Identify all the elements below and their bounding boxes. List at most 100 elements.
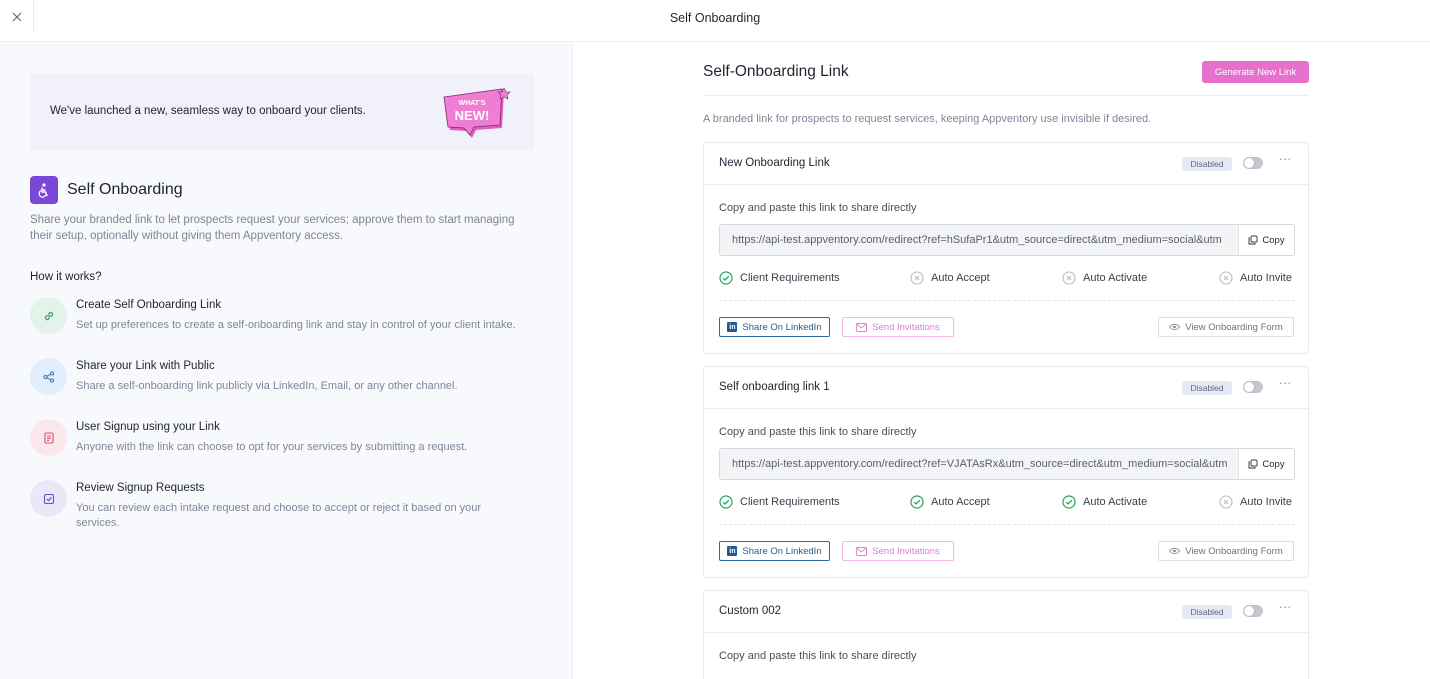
links-heading: Self-Onboarding Link (703, 63, 849, 80)
share-linkedin-button[interactable]: in Share On LinkedIn (719, 317, 830, 337)
step-create-link: Create Self Onboarding Link Set up prefe… (30, 297, 540, 347)
feature-label: Auto Activate (1083, 496, 1148, 508)
more-options-button[interactable]: ··· (1278, 600, 1292, 617)
feature-auto-invite: Auto Invite (1219, 270, 1292, 286)
button-label: View Onboarding Form (1185, 545, 1283, 557)
enable-toggle[interactable] (1243, 605, 1263, 617)
toggle-knob (1244, 382, 1254, 392)
section-description: Share your branded link to let prospects… (30, 214, 515, 242)
badge-line2: NEW! (455, 108, 490, 123)
link-url: https://api-test.appventory.com/redirect… (732, 234, 1222, 246)
check-circle-icon (719, 495, 733, 509)
share-icon (30, 358, 67, 395)
toggle-knob (1244, 606, 1254, 616)
feature-client-requirements: Client Requirements (719, 494, 840, 510)
feature-label: Auto Activate (1083, 272, 1148, 284)
copy-instructions: Copy and paste this link to share direct… (719, 426, 917, 438)
status-badge: Disabled (1182, 605, 1232, 619)
step-share-link: Share your Link with Public Share a self… (30, 358, 540, 408)
step-description: Anyone with the link can choose to opt f… (76, 441, 468, 453)
feature-label: Auto Invite (1240, 496, 1292, 508)
link-url: https://api-test.appventory.com/redirect… (732, 458, 1228, 470)
page-title: Self Onboarding (669, 11, 761, 25)
x-circle-icon (910, 271, 924, 285)
send-invitations-button[interactable]: Send Invitations (842, 541, 954, 561)
step-user-signup: User Signup using your Link Anyone with … (30, 419, 540, 469)
x-circle-icon (1219, 271, 1233, 285)
button-label: Share On LinkedIn (742, 321, 822, 333)
feature-label: Auto Accept (931, 496, 990, 508)
onboarding-link-card: Self onboarding link 1 Disabled ··· Copy… (703, 366, 1309, 578)
step-title: Review Signup Requests (76, 482, 205, 494)
onboarding-link-card: New Onboarding Link Disabled ··· Copy an… (703, 142, 1309, 354)
step-description: You can review each intake request and c… (76, 502, 482, 529)
document-icon (30, 419, 67, 456)
eye-icon (1169, 547, 1181, 555)
linkedin-icon: in (727, 546, 738, 556)
how-it-works-heading: How it works? (30, 271, 102, 283)
feature-auto-activate: Auto Activate (1062, 494, 1147, 510)
check-circle-icon (1062, 495, 1076, 509)
step-description: Set up preferences to create a self-onbo… (76, 319, 516, 331)
feature-label: Auto Invite (1240, 272, 1292, 284)
toggle-knob (1244, 158, 1254, 168)
copy-instructions: Copy and paste this link to share direct… (719, 650, 917, 662)
x-circle-icon (1062, 271, 1076, 285)
section-title: Self Onboarding (67, 181, 183, 198)
generate-new-link-button[interactable]: Generate New Link (1202, 61, 1309, 83)
copy-icon (1248, 235, 1258, 245)
share-linkedin-button[interactable]: in Share On LinkedIn (719, 541, 830, 561)
view-onboarding-form-button[interactable]: View Onboarding Form (1158, 317, 1294, 337)
enable-toggle[interactable] (1243, 381, 1263, 393)
button-label: View Onboarding Form (1185, 321, 1283, 333)
step-review-requests: Review Signup Requests You can review ea… (30, 480, 540, 530)
button-label: Send Invitations (872, 321, 940, 333)
copy-button[interactable]: Copy (1238, 225, 1294, 255)
link-name: New Onboarding Link (719, 157, 830, 169)
send-invitations-button[interactable]: Send Invitations (842, 317, 954, 337)
feature-auto-invite: Auto Invite (1219, 494, 1292, 510)
copy-button[interactable]: Copy (1238, 449, 1294, 479)
card-header: Self onboarding link 1 Disabled ··· (704, 367, 1308, 409)
link-field[interactable]: https://api-test.appventory.com/redirect… (719, 448, 1295, 480)
step-title: Share your Link with Public (76, 360, 215, 372)
x-circle-icon (1219, 495, 1233, 509)
button-label: Share On LinkedIn (742, 545, 822, 557)
whats-new-badge-icon: WHAT'S NEW! (443, 87, 511, 138)
feature-auto-accept: Auto Accept (910, 270, 990, 286)
enable-toggle[interactable] (1243, 157, 1263, 169)
link-name: Self onboarding link 1 (719, 381, 830, 393)
banner-text: We've launched a new, seamless way to on… (50, 105, 366, 117)
info-panel: We've launched a new, seamless way to on… (0, 43, 573, 679)
check-circle-icon (719, 271, 733, 285)
eye-icon (1169, 323, 1181, 331)
divider (719, 524, 1295, 525)
link-field[interactable]: https://api-test.appventory.com/redirect… (719, 224, 1295, 256)
links-description: A branded link for prospects to request … (703, 113, 1152, 125)
copy-label: Copy (1262, 234, 1285, 246)
divider (719, 300, 1295, 301)
view-onboarding-form-button[interactable]: View Onboarding Form (1158, 541, 1294, 561)
step-description: Share a self-onboarding link publicly vi… (76, 380, 458, 392)
announcement-banner: We've launched a new, seamless way to on… (30, 74, 534, 151)
card-header: New Onboarding Link Disabled ··· (704, 143, 1308, 185)
more-options-button[interactable]: ··· (1278, 376, 1292, 393)
check-circle-icon (910, 495, 924, 509)
mail-icon (856, 322, 868, 332)
feature-label: Client Requirements (740, 496, 840, 508)
mail-icon (856, 546, 868, 556)
feature-label: Client Requirements (740, 272, 840, 284)
link-name: Custom 002 (719, 605, 782, 617)
feature-auto-accept: Auto Accept (910, 494, 990, 510)
copy-label: Copy (1262, 458, 1285, 470)
button-label: Send Invitations (872, 545, 940, 557)
more-options-button[interactable]: ··· (1278, 152, 1292, 169)
links-panel: Self-Onboarding Link Generate New Link A… (574, 43, 1430, 679)
self-onboarding-icon (30, 176, 58, 204)
status-badge: Disabled (1182, 157, 1232, 171)
checkbox-icon (30, 480, 67, 517)
feature-label: Auto Accept (931, 272, 990, 284)
linkedin-icon: in (727, 322, 738, 332)
link-icon (30, 297, 67, 334)
status-badge: Disabled (1182, 381, 1232, 395)
